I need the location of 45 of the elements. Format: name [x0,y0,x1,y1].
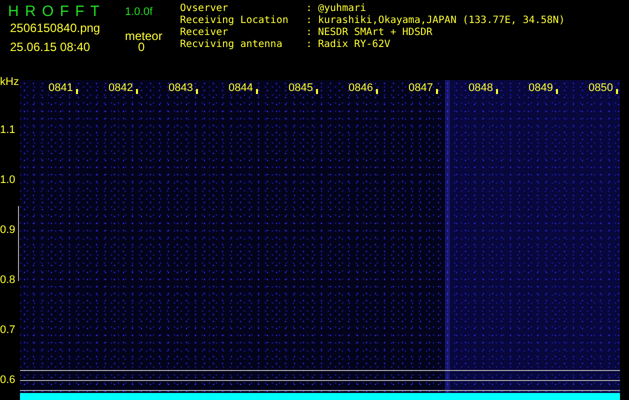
info-value: Radix RY-62V [318,39,390,51]
time-label: 0843 [168,83,193,94]
time-label: 0841 [48,83,73,94]
time-label: 0845 [288,83,313,94]
time-label: 0846 [348,83,373,94]
version-label: 1.0.0f [125,5,153,20]
tick-mark [496,89,498,94]
axis-label: 0.7 [0,322,16,338]
info-value: NESDR SMArt + HDSDR [318,27,432,39]
tick-mark [436,89,438,94]
tick-mark [376,89,378,94]
time-label: 0848 [468,83,493,94]
time-label: 0847 [408,83,433,94]
axis-unit: kHz [0,75,19,90]
separator: : [306,15,314,27]
separator: : [306,39,314,51]
meteor-label: meteor [125,28,162,43]
info-label: Ovserver [180,3,230,15]
timestamp: 25.06.15 08:40 [10,39,90,56]
info-label: Recviving antenna [180,39,284,51]
axis-label: 0.8 [0,272,16,288]
meteor-count: 0 [138,40,145,56]
info-label: Receiver [180,27,230,39]
time-label: 0849 [528,83,553,94]
axis-label: 1.1 [0,122,16,138]
tick-mark [316,89,318,94]
axis-label: 0.9 [0,222,16,238]
app-title: H R O F F T [8,2,100,22]
time-label: 0842 [108,83,133,94]
info-label: Receiving Location [180,15,290,27]
info-value: @yuhmari [318,3,366,15]
separator: : [306,3,314,15]
tick-mark [196,89,198,94]
info-value: kurashiki,Okayama,JAPAN (133.77E, 34.58N) [318,15,565,27]
tick-mark [136,89,138,94]
file-name: 2506150840.png [10,20,100,37]
tick-mark [616,89,618,94]
tick-mark [556,89,558,94]
time-label: 0844 [228,83,253,94]
tick-mark [256,89,258,94]
axis-label: 0.6 [0,372,16,388]
time-label: 0850 [588,83,613,94]
tick-mark [76,89,78,94]
axis-label: 1.0 [0,172,16,188]
separator: : [306,27,314,39]
